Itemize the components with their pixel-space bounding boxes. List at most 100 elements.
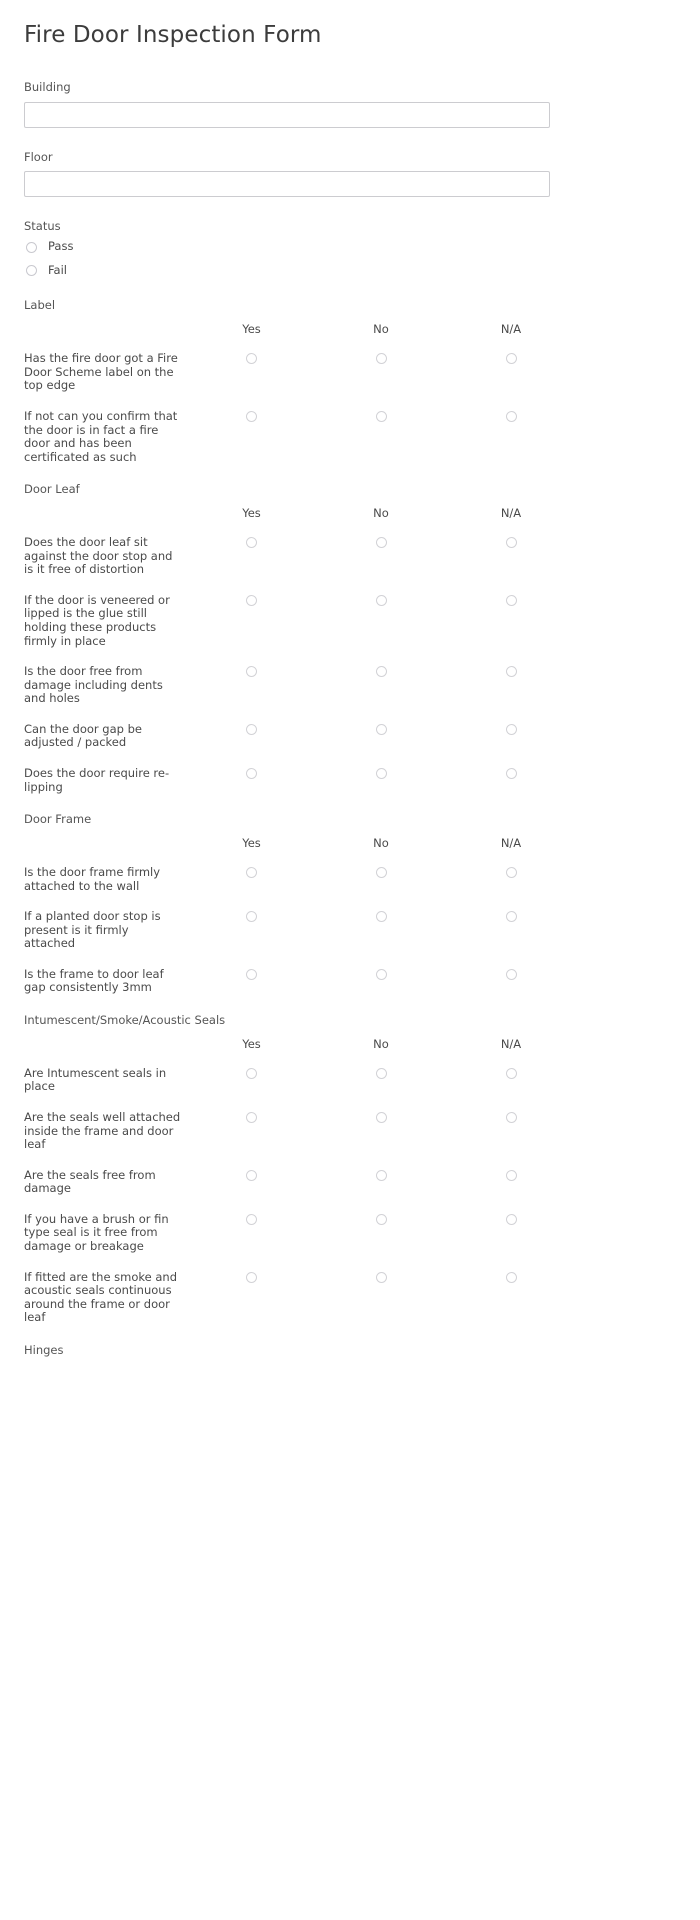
answer-cell-na[interactable] [446, 968, 576, 980]
answer-cell-no[interactable] [316, 594, 446, 606]
radio-icon[interactable] [246, 594, 257, 606]
radio-icon[interactable] [246, 1169, 257, 1181]
radio-icon[interactable] [246, 723, 257, 735]
radio-icon[interactable] [375, 1112, 387, 1124]
radio-icon[interactable] [375, 723, 387, 735]
radio-icon[interactable] [505, 1067, 517, 1079]
answer-cell-na[interactable] [446, 767, 576, 779]
answer-cell-na[interactable] [446, 665, 576, 678]
answer-cell-yes[interactable] [187, 536, 316, 549]
radio-icon[interactable] [246, 968, 257, 980]
radio-icon[interactable] [505, 867, 517, 879]
radio-icon[interactable] [246, 767, 257, 779]
answer-cell-no[interactable] [316, 1111, 446, 1124]
radio-icon[interactable] [246, 867, 257, 879]
answer-cell-yes[interactable] [187, 1271, 316, 1283]
radio-icon[interactable] [505, 723, 517, 735]
radio-icon[interactable] [505, 353, 517, 365]
answer-cell-na[interactable] [446, 1067, 576, 1079]
radio-icon[interactable] [375, 666, 387, 678]
radio-icon[interactable] [375, 1213, 387, 1225]
floor-input[interactable] [24, 171, 550, 198]
answer-cell-na[interactable] [446, 1213, 576, 1225]
answer-cell-yes[interactable] [187, 594, 316, 606]
answer-cell-na[interactable] [446, 1271, 576, 1283]
answer-cell-na[interactable] [446, 910, 576, 923]
radio-icon[interactable] [246, 1112, 257, 1124]
radio-icon[interactable] [505, 767, 517, 779]
answer-cell-yes[interactable] [187, 910, 316, 923]
building-input[interactable] [24, 101, 550, 128]
radio-icon[interactable] [375, 1271, 387, 1283]
answer-cell-na[interactable] [446, 536, 576, 549]
radio-icon[interactable] [26, 265, 37, 277]
answer-cell-yes[interactable] [187, 723, 316, 735]
section-label: Label Yes No N/A Has the fire door got a Fir… [24, 298, 676, 464]
answer-cell-yes[interactable] [187, 1169, 316, 1181]
answer-cell-no[interactable] [316, 723, 446, 735]
answer-cell-no[interactable] [316, 1213, 446, 1225]
answer-cell-yes[interactable] [187, 665, 316, 678]
radio-icon[interactable] [505, 666, 517, 678]
radio-icon[interactable] [505, 1169, 517, 1181]
answer-cell-yes[interactable] [187, 410, 316, 423]
answer-cell-na[interactable] [446, 594, 576, 606]
radio-icon[interactable] [505, 1112, 517, 1124]
radio-icon[interactable] [246, 1213, 257, 1225]
answer-cell-no[interactable] [316, 968, 446, 980]
answer-cell-no[interactable] [316, 1271, 446, 1283]
answer-cell-na[interactable] [446, 1111, 576, 1124]
radio-icon[interactable] [375, 353, 387, 365]
answer-cell-yes[interactable] [187, 1213, 316, 1225]
answer-cell-no[interactable] [316, 536, 446, 549]
answer-cell-na[interactable] [446, 866, 576, 879]
radio-icon[interactable] [375, 968, 387, 980]
radio-icon[interactable] [246, 1067, 257, 1079]
radio-icon[interactable] [505, 537, 517, 549]
answer-cell-no[interactable] [316, 1169, 446, 1181]
radio-icon[interactable] [375, 594, 387, 606]
matrix-header-row: Yes No N/A [24, 836, 676, 850]
status-option-pass[interactable]: Pass [24, 241, 676, 253]
answer-cell-yes[interactable] [187, 1111, 316, 1124]
answer-cell-no[interactable] [316, 767, 446, 779]
answer-cell-no[interactable] [316, 866, 446, 879]
answer-cell-na[interactable] [446, 723, 576, 735]
radio-icon[interactable] [505, 968, 517, 980]
radio-icon[interactable] [246, 353, 257, 365]
answer-cell-yes[interactable] [187, 767, 316, 779]
question-text: If the door is veneered or lipped is the… [24, 592, 170, 648]
radio-icon[interactable] [246, 1271, 257, 1283]
radio-icon[interactable] [375, 411, 387, 423]
radio-icon[interactable] [505, 1271, 517, 1283]
radio-icon[interactable] [375, 537, 387, 549]
radio-icon[interactable] [505, 594, 517, 606]
radio-icon[interactable] [505, 411, 517, 423]
status-option-fail[interactable]: Fail [24, 264, 676, 277]
radio-icon[interactable] [375, 867, 387, 879]
radio-icon[interactable] [246, 666, 257, 678]
radio-icon[interactable] [375, 767, 387, 779]
radio-icon[interactable] [505, 1213, 517, 1225]
radio-icon[interactable] [375, 911, 387, 923]
answer-cell-na[interactable] [446, 352, 576, 365]
radio-icon[interactable] [26, 241, 37, 253]
answer-cell-na[interactable] [446, 410, 576, 423]
answer-cell-no[interactable] [316, 665, 446, 678]
radio-icon[interactable] [375, 1067, 387, 1079]
radio-icon[interactable] [246, 537, 257, 549]
answer-cell-yes[interactable] [187, 866, 316, 879]
section-title: Hinges [24, 1342, 64, 1357]
answer-cell-no[interactable] [316, 410, 446, 423]
radio-icon[interactable] [246, 911, 257, 923]
radio-icon[interactable] [375, 1169, 387, 1181]
answer-cell-yes[interactable] [187, 352, 316, 365]
answer-cell-no[interactable] [316, 1067, 446, 1079]
radio-icon[interactable] [246, 411, 257, 423]
answer-cell-yes[interactable] [187, 968, 316, 980]
radio-icon[interactable] [505, 911, 517, 923]
answer-cell-no[interactable] [316, 352, 446, 365]
answer-cell-no[interactable] [316, 910, 446, 923]
answer-cell-yes[interactable] [187, 1067, 316, 1079]
answer-cell-na[interactable] [446, 1169, 576, 1181]
